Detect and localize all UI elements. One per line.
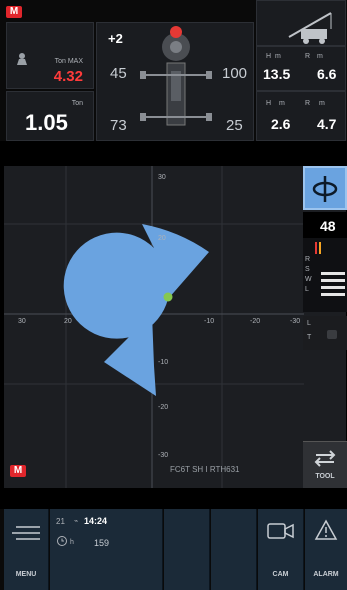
indicator-letter: S	[305, 266, 310, 273]
alarm-button[interactable]: ALARM	[305, 509, 347, 590]
count-box: 48	[303, 212, 347, 238]
tool-button[interactable]: TOOL	[303, 441, 347, 488]
x-tick: -20	[250, 318, 261, 325]
y-tick: 30	[158, 174, 166, 181]
weight-icon	[17, 53, 27, 65]
y-tick: -30	[158, 452, 169, 459]
top-panel: M Ton MAX 4.32 Ton 1.05 +2 45 100 73 25 …	[0, 0, 347, 141]
link-icon: ⌁	[74, 518, 79, 525]
outrigger-rear-right: 25	[226, 117, 243, 134]
level-bar	[321, 286, 345, 289]
outrigger-front-left: 45	[110, 65, 127, 82]
bottom-bar: MENU 21 ⌁ 14:24 h 159 CAM ALARM	[0, 509, 347, 590]
x-tick: -30	[290, 318, 301, 325]
empty-slot-2[interactable]	[211, 509, 257, 590]
tilt-value: +2	[108, 31, 123, 46]
x-tick: -10	[204, 318, 215, 325]
y-tick: 20	[158, 235, 166, 242]
hook-cell: H m R m 2.6 4.7	[256, 91, 346, 141]
camera-button[interactable]: CAM	[258, 509, 304, 590]
crane-top-icon	[140, 26, 212, 126]
right-toolbar: 48 R S W L L T TOOL	[303, 166, 347, 488]
hand-icon	[327, 330, 337, 339]
empty-slot-1[interactable]	[164, 509, 210, 590]
rotation-view-button[interactable]	[303, 166, 347, 210]
load-position-dot	[163, 292, 173, 302]
crane-diagram-cell	[256, 0, 346, 46]
orange-indicator	[319, 242, 321, 254]
hook-radius-symbol: R	[305, 100, 311, 107]
working-envelope	[63, 224, 209, 339]
stabilizer-cell: +2 45 100 73 25	[96, 22, 254, 141]
menu-button[interactable]: MENU	[4, 509, 49, 590]
weight-cell: Ton 1.05	[6, 91, 94, 141]
menu-label: MENU	[15, 571, 37, 578]
x-tick: 30	[18, 318, 26, 325]
hook-radius-value: 4.7	[317, 116, 337, 132]
status-number: 21	[56, 517, 65, 526]
height-symbol: H	[266, 53, 272, 60]
x-tick: 20	[64, 318, 72, 325]
alarm-triangle-icon	[314, 519, 338, 540]
indicator-letter: R	[305, 256, 311, 263]
brand-logo: M	[6, 6, 22, 18]
lt-letter: T	[307, 334, 312, 341]
clock-icon	[57, 536, 67, 546]
y-tick: -10	[158, 359, 169, 366]
map-canvas	[4, 166, 304, 488]
swap-arrows-icon	[314, 450, 336, 467]
hours-unit: h	[70, 539, 74, 546]
indicator-letter: L	[305, 286, 309, 293]
hook-height-value: 2.6	[271, 116, 291, 132]
height-radius-cell: H m R m 13.5 6.6	[256, 46, 346, 91]
lt-button[interactable]: L T	[303, 316, 347, 350]
cam-label: CAM	[272, 571, 289, 578]
sensor-indicators: R S W L	[303, 238, 347, 312]
outrigger-front-right: 100	[222, 65, 248, 82]
lt-letter: L	[307, 320, 311, 327]
clock-time: 14:24	[84, 516, 108, 526]
count-value: 48	[320, 218, 336, 234]
red-indicator	[315, 242, 317, 254]
level-bar	[321, 272, 345, 275]
working-area-map[interactable]: 30 20 -10 -20 -30 30 20 -10 -20 -30 M FC…	[4, 166, 346, 488]
load-cell: Ton MAX 4.32	[6, 22, 94, 89]
hook-radius-unit: m	[319, 100, 325, 107]
radius-unit: m	[317, 53, 323, 60]
menu-icon	[12, 526, 40, 540]
y-tick: -20	[158, 404, 169, 411]
height-unit: m	[275, 53, 281, 60]
status-info: 21 ⌁ 14:24 h 159	[50, 509, 163, 590]
level-bar	[321, 293, 345, 296]
alarm-label: ALARM	[313, 571, 339, 578]
radius-value: 6.6	[317, 66, 337, 82]
height-value: 13.5	[263, 66, 291, 82]
load-max-label: Ton MAX	[54, 58, 83, 65]
radius-symbol: R	[305, 53, 311, 60]
tool-label: TOOL	[315, 473, 335, 480]
load-max-value: 4.32	[53, 68, 83, 85]
rotation-icon	[312, 176, 338, 202]
hours-value: 159	[94, 538, 110, 548]
outrigger-rear-left: 73	[110, 117, 127, 134]
hook-height-unit: m	[279, 100, 285, 107]
hook-height-symbol: H	[266, 100, 272, 107]
camera-icon	[267, 523, 294, 539]
brand-logo-map: M	[10, 465, 26, 477]
weight-label: Ton	[71, 100, 83, 107]
machine-model: FC6T SH I RTH631	[170, 465, 240, 474]
crane-side-icon	[288, 12, 332, 44]
indicator-letter: W	[305, 276, 312, 283]
level-bar	[321, 279, 345, 282]
weight-value: 1.05	[25, 110, 68, 135]
